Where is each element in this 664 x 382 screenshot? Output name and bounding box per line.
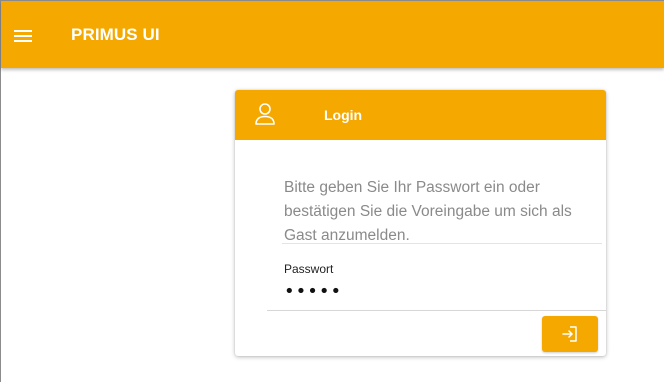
password-underline [267,310,606,311]
app-bar: PRIMUS UI [1,1,664,68]
login-submit-button[interactable] [542,316,598,352]
login-message: Bitte geben Sie Ihr Passwort ein oder be… [284,179,572,244]
message-divider [282,243,602,244]
app-title: PRIMUS UI [71,25,160,44]
login-card-title: Login [324,107,363,123]
login-card: Login Bitte geben Sie Ihr Passwort ein o… [235,90,606,356]
password-field[interactable] [284,282,584,300]
user-icon [254,102,276,126]
hamburger-menu-icon[interactable] [14,28,34,44]
login-enter-icon [562,326,577,342]
password-label: Passwort [284,262,334,276]
app-window: PRIMUS UI Login Bitte geben Sie Ihr Pass… [0,0,664,382]
login-card-header: Login [235,90,606,140]
